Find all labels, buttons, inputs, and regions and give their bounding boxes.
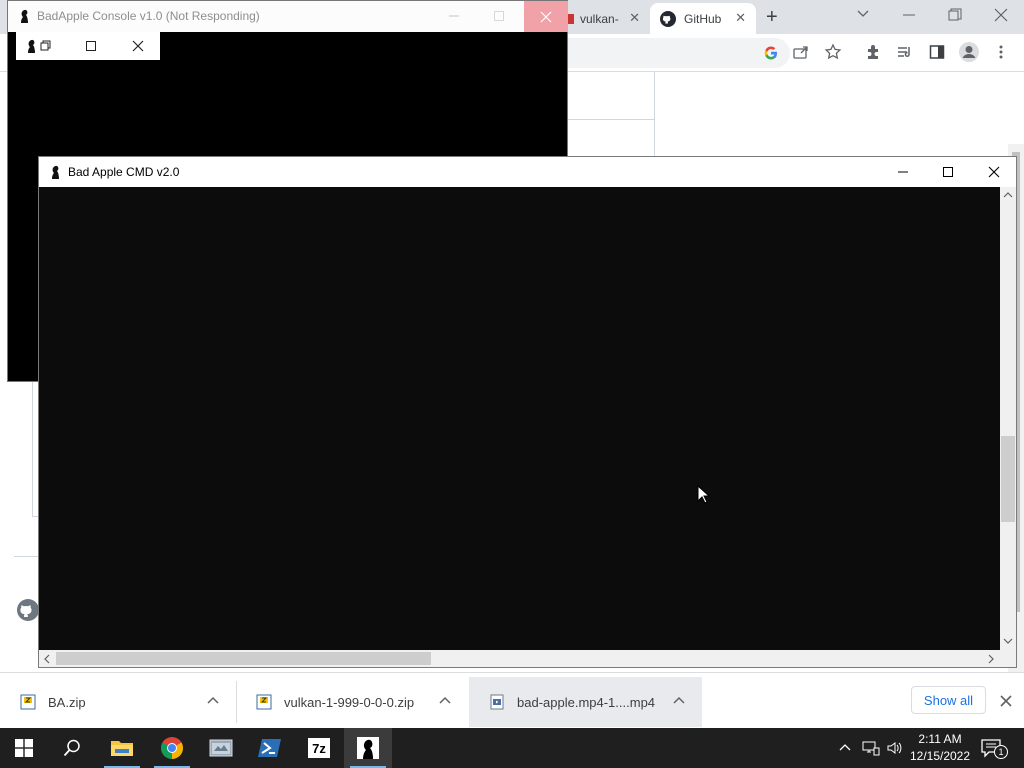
scroll-right-arrow-icon[interactable]: [987, 654, 995, 664]
sevenzip-taskbar-button[interactable]: 7z: [295, 728, 343, 768]
maximize-icon[interactable]: [492, 9, 506, 23]
maximize-icon[interactable]: [941, 165, 955, 179]
scrollbar-thumb[interactable]: [1001, 436, 1015, 522]
minimize-icon[interactable]: [447, 9, 461, 23]
chevron-up-icon[interactable]: [438, 694, 452, 708]
window-title: BadApple Console v1.0 (Not Responding): [37, 9, 260, 23]
sevenzip-label: 7z: [312, 740, 326, 756]
archive-icon: [256, 694, 272, 710]
scroll-up-arrow-icon[interactable]: [1003, 191, 1013, 199]
new-tab-button[interactable]: +: [766, 6, 778, 29]
maximize-icon[interactable]: [85, 40, 97, 52]
github-icon[interactable]: [16, 598, 40, 622]
close-icon[interactable]: [998, 693, 1014, 709]
profile-avatar-icon[interactable]: [958, 41, 980, 63]
folder-icon: [111, 741, 133, 756]
download-bar: BA.zip vulkan-1-999-0-0-0.zip bad-apple.…: [0, 672, 1024, 728]
bookmark-star-icon[interactable]: [824, 43, 842, 61]
minimize-icon[interactable]: [900, 6, 918, 24]
tab-github[interactable]: GitHub ✕: [650, 3, 756, 34]
close-button[interactable]: [524, 1, 568, 32]
bad-apple-taskbar-button[interactable]: [344, 728, 392, 768]
page-divider: [568, 119, 654, 120]
chrome-icon: [161, 737, 183, 759]
download-filename: vulkan-1-999-0-0-0.zip: [284, 694, 415, 710]
video-file-icon: [490, 694, 504, 710]
close-icon[interactable]: [992, 6, 1010, 24]
side-panel-icon[interactable]: [928, 43, 946, 61]
google-lens-icon[interactable]: [762, 44, 780, 62]
download-item[interactable]: BA.zip: [0, 677, 236, 727]
sevenzip-icon: 7z: [308, 738, 330, 758]
bad-apple-cmd-window: Bad Apple CMD v2.0: [38, 156, 1017, 668]
powershell-icon: [258, 739, 281, 757]
restore-icon[interactable]: [40, 40, 52, 52]
vertical-scrollbar[interactable]: [1000, 187, 1016, 650]
chevron-down-icon[interactable]: [856, 6, 870, 20]
clock-time: 2:11 AM: [918, 732, 962, 746]
bad-apple-icon: [357, 737, 379, 759]
app-taskbar-button[interactable]: [197, 728, 245, 768]
app-window-icon: [209, 739, 233, 757]
tab-title: vulkan-: [580, 11, 619, 26]
restore-icon[interactable]: [946, 6, 964, 24]
resize-grip[interactable]: [1000, 650, 1016, 667]
download-filename: bad-apple.mp4-1....mp4: [517, 694, 656, 710]
powershell-taskbar-button[interactable]: [246, 728, 294, 768]
search-button[interactable]: [48, 728, 96, 768]
windows-taskbar: 7z 2:11 AM 12/15/2022 1: [0, 728, 1024, 768]
chevron-up-icon[interactable]: [672, 694, 686, 708]
close-icon: [540, 11, 552, 23]
share-icon[interactable]: [792, 43, 810, 61]
clock-date: 12/15/2022: [909, 749, 971, 763]
tab-title: GitHub: [684, 11, 722, 26]
scroll-down-arrow-icon[interactable]: [1003, 637, 1013, 645]
close-icon[interactable]: [131, 39, 145, 53]
windows-start-icon: [15, 739, 33, 757]
chevron-up-icon[interactable]: [206, 694, 220, 708]
close-icon[interactable]: [987, 165, 1001, 179]
extensions-icon[interactable]: [864, 43, 882, 61]
system-clock[interactable]: 2:11 AM 12/15/2022: [908, 731, 972, 765]
console-output-area[interactable]: [39, 187, 1000, 650]
bad-apple-icon: [52, 165, 59, 179]
network-icon[interactable]: [862, 740, 880, 756]
show-all-button[interactable]: Show all: [911, 686, 986, 714]
window-titlebar[interactable]: BadApple Console v1.0 (Not Responding): [8, 1, 568, 32]
archive-icon: [20, 694, 36, 710]
download-item[interactable]: bad-apple.mp4-1....mp4: [469, 677, 702, 727]
window-title: Bad Apple CMD v2.0: [68, 165, 180, 179]
scroll-left-arrow-icon[interactable]: [43, 654, 51, 664]
volume-icon[interactable]: [886, 740, 902, 756]
github-icon: [660, 10, 676, 27]
file-explorer-button[interactable]: [98, 728, 146, 768]
download-item[interactable]: vulkan-1-999-0-0-0.zip: [236, 677, 468, 727]
notification-badge: 1: [994, 745, 1008, 759]
close-icon[interactable]: ✕: [735, 10, 746, 26]
bad-apple-icon: [28, 39, 35, 53]
minimize-icon[interactable]: [896, 165, 910, 179]
chevron-up-icon[interactable]: [838, 741, 852, 755]
search-icon: [63, 739, 80, 757]
embedded-mini-titlebar[interactable]: [16, 32, 160, 60]
mouse-cursor-icon: [697, 485, 711, 504]
start-button[interactable]: [0, 728, 48, 768]
bad-apple-icon: [21, 9, 28, 23]
scrollbar-thumb[interactable]: [56, 652, 431, 665]
download-filename: BA.zip: [48, 694, 86, 710]
more-vert-icon[interactable]: [996, 43, 1006, 61]
tab-vulkan[interactable]: vulkan- ✕: [560, 3, 650, 34]
chrome-taskbar-button[interactable]: [148, 728, 196, 768]
close-icon[interactable]: ✕: [629, 10, 640, 26]
horizontal-scrollbar[interactable]: [39, 650, 1000, 667]
media-control-icon[interactable]: [896, 43, 914, 61]
window-titlebar[interactable]: Bad Apple CMD v2.0: [39, 157, 1016, 187]
